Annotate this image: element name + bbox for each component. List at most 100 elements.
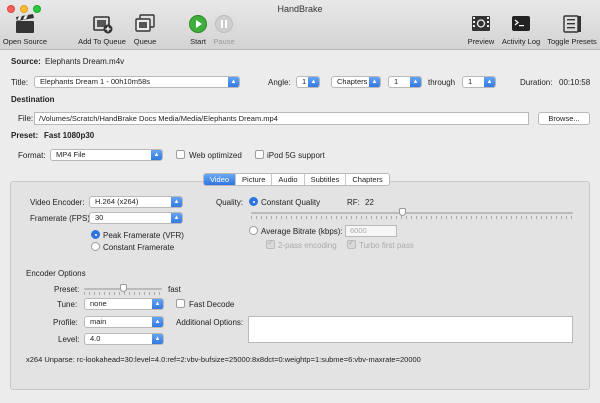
video-encoder-label: Video Encoder: bbox=[30, 198, 85, 207]
additional-options-field[interactable] bbox=[248, 316, 573, 343]
file-path-field[interactable]: /Volumes/Scratch/HandBrake Docs Media/Me… bbox=[34, 112, 529, 125]
pause-label: Pause bbox=[213, 37, 235, 46]
level-select-value: 4.0 bbox=[90, 334, 101, 343]
toggle-presets-button[interactable]: Toggle Presets bbox=[545, 14, 599, 46]
chevron-updown-icon: ▲ bbox=[171, 197, 182, 207]
chevron-updown-icon: ▲ bbox=[484, 77, 495, 87]
encoder-preset-slider-thumb[interactable] bbox=[119, 284, 127, 292]
clapperboard-icon bbox=[16, 14, 34, 33]
tune-select-value: none bbox=[90, 299, 107, 308]
toggle-presets-label: Toggle Presets bbox=[547, 37, 597, 46]
rf-label: RF: bbox=[347, 198, 360, 207]
title-label: Title: bbox=[11, 78, 29, 87]
terminal-icon bbox=[512, 16, 530, 31]
video-encoder-value: H.264 (x264) bbox=[95, 197, 139, 206]
window-title: HandBrake bbox=[277, 4, 323, 14]
tab-chapters[interactable]: Chapters bbox=[346, 174, 388, 185]
range-end-value: 1 bbox=[468, 77, 473, 86]
range-end-select[interactable]: 1 ▲ bbox=[462, 76, 496, 88]
framerate-select[interactable]: 30 ▲ bbox=[89, 212, 183, 224]
tune-label: Tune: bbox=[57, 300, 78, 309]
preset-value: Fast 1080p30 bbox=[44, 131, 95, 140]
range-type-select[interactable]: Chapters ▲ bbox=[331, 76, 381, 88]
add-to-queue-label: Add To Queue bbox=[78, 37, 126, 46]
source-value: Elephants Dream.m4v bbox=[45, 57, 125, 66]
constant-framerate-label: Constant Framerate bbox=[103, 243, 175, 252]
tab-audio[interactable]: Audio bbox=[272, 174, 305, 185]
play-icon bbox=[189, 15, 207, 33]
title-select-value: Elephants Dream 1 - 00h10m58s bbox=[40, 77, 151, 86]
two-pass-label: 2-pass encoding bbox=[278, 241, 337, 250]
preview-label: Preview bbox=[467, 37, 495, 46]
angle-label: Angle: bbox=[268, 78, 291, 87]
chevron-updown-icon: ▲ bbox=[171, 213, 182, 223]
encoder-preset-slider-ticks bbox=[84, 292, 162, 295]
x264-unparse-text: x264 Unparse: rc-lookahead=30:level=4.0:… bbox=[26, 355, 421, 364]
ipod-support-checkbox[interactable] bbox=[255, 150, 264, 159]
file-label: File: bbox=[18, 114, 34, 123]
rf-value: 22 bbox=[365, 198, 374, 207]
through-label: through bbox=[428, 78, 456, 87]
constant-quality-label: Constant Quality bbox=[261, 198, 321, 207]
add-to-queue-button[interactable]: Add To Queue bbox=[76, 14, 128, 46]
range-start-select[interactable]: 1 ▲ bbox=[388, 76, 422, 88]
level-select[interactable]: 4.0 ▲ bbox=[84, 333, 164, 345]
profile-select[interactable]: main ▲ bbox=[84, 316, 164, 328]
pause-button[interactable]: Pause bbox=[211, 14, 237, 46]
format-select[interactable]: MP4 File ▲ bbox=[50, 149, 163, 161]
profile-select-value: main bbox=[90, 317, 107, 326]
encoder-options-heading: Encoder Options bbox=[26, 269, 86, 278]
open-source-label: Open Source bbox=[2, 37, 48, 46]
preview-button[interactable]: Preview bbox=[466, 14, 496, 46]
angle-select[interactable]: 1 ▲ bbox=[296, 76, 320, 88]
window-toolbar: HandBrake Open Source Add To Queue Queue bbox=[0, 0, 600, 50]
activity-log-label: Activity Log bbox=[501, 37, 541, 46]
activity-log-button[interactable]: Activity Log bbox=[499, 14, 543, 46]
queue-button[interactable]: Queue bbox=[130, 14, 160, 46]
rf-slider-thumb[interactable] bbox=[398, 208, 406, 216]
turbo-first-pass-label: Turbo first pass bbox=[359, 241, 414, 250]
chevron-updown-icon: ▲ bbox=[152, 334, 163, 344]
tab-video[interactable]: Video bbox=[204, 174, 237, 185]
peak-framerate-radio[interactable] bbox=[91, 230, 100, 239]
tab-subtitles[interactable]: Subtitles bbox=[305, 174, 347, 185]
average-bitrate-radio[interactable] bbox=[249, 226, 258, 235]
ipod-support-label: iPod 5G support bbox=[267, 151, 325, 160]
video-encoder-select[interactable]: H.264 (x264) ▲ bbox=[89, 196, 183, 208]
encoder-preset-label: Preset: bbox=[54, 285, 80, 294]
source-label: Source: bbox=[11, 57, 41, 66]
constant-quality-radio[interactable] bbox=[249, 197, 258, 206]
constant-framerate-radio[interactable] bbox=[91, 242, 100, 251]
duration-label: Duration: bbox=[520, 78, 553, 87]
two-pass-checkbox[interactable] bbox=[266, 238, 275, 249]
framerate-label: Framerate (FPS): bbox=[30, 214, 93, 223]
chevron-updown-icon: ▲ bbox=[151, 150, 162, 160]
queue-label: Queue bbox=[133, 37, 157, 46]
open-source-button[interactable]: Open Source bbox=[2, 14, 48, 46]
chevron-updown-icon: ▲ bbox=[410, 77, 421, 87]
settings-tabs: Video Picture Audio Subtitles Chapters bbox=[203, 173, 390, 186]
average-bitrate-label: Average Bitrate (kbps): bbox=[261, 227, 343, 236]
quality-label: Quality: bbox=[216, 198, 244, 207]
chevron-updown-icon: ▲ bbox=[369, 77, 380, 87]
range-start-value: 1 bbox=[394, 77, 399, 86]
browse-button[interactable]: Browse... bbox=[538, 112, 590, 125]
rf-slider-track[interactable] bbox=[251, 212, 573, 214]
additional-options-label: Additional Options: bbox=[176, 318, 244, 327]
web-optimized-checkbox[interactable] bbox=[176, 150, 185, 159]
format-select-value: MP4 File bbox=[56, 150, 86, 159]
turbo-first-pass-checkbox[interactable] bbox=[347, 238, 356, 249]
preview-icon bbox=[472, 16, 490, 31]
fast-decode-checkbox[interactable] bbox=[176, 299, 185, 308]
peak-framerate-label: Peak Framerate (VFR) bbox=[103, 231, 184, 240]
queue-icon bbox=[135, 14, 155, 32]
tune-select[interactable]: none ▲ bbox=[84, 298, 164, 310]
add-queue-icon bbox=[93, 16, 113, 34]
start-button[interactable]: Start bbox=[186, 14, 210, 46]
format-label: Format: bbox=[18, 151, 46, 160]
duration-value: 00:10:58 bbox=[559, 78, 591, 87]
profile-label: Profile: bbox=[53, 318, 78, 327]
title-select[interactable]: Elephants Dream 1 - 00h10m58s ▲ bbox=[34, 76, 240, 88]
bitrate-field[interactable]: 6000 bbox=[345, 225, 397, 237]
tab-picture[interactable]: Picture bbox=[236, 174, 273, 185]
